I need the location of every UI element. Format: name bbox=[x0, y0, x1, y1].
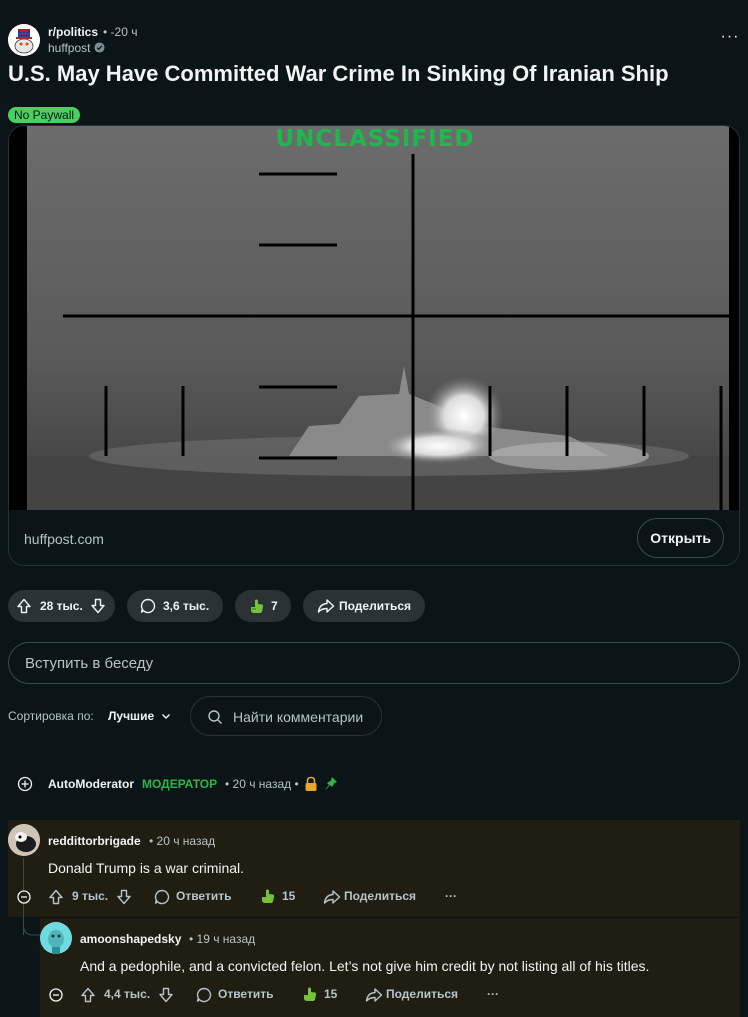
search-icon bbox=[208, 710, 222, 724]
comment-count: 3,6 тыс. bbox=[163, 599, 210, 613]
join-conversation-placeholder: Вступить в беседу bbox=[25, 655, 154, 672]
award-count: 7 bbox=[271, 599, 278, 613]
subreddit-avatar[interactable] bbox=[8, 24, 40, 56]
verified-icon bbox=[94, 42, 105, 53]
automod-comment: AutoModerator МОДЕРАТОР • 20 ч назад • bbox=[8, 774, 740, 794]
vote-pill: 28 тыс. bbox=[8, 590, 115, 622]
post-action-bar: 28 тыс. 3,6 тыс. 7 Поделиться bbox=[8, 590, 740, 622]
sort-select[interactable]: Лучшие bbox=[108, 709, 154, 723]
chevron-down-icon[interactable] bbox=[160, 710, 172, 722]
comment-username[interactable]: amoonshapedsky bbox=[80, 932, 181, 946]
post-author[interactable]: huffpost bbox=[48, 41, 90, 55]
avatar[interactable] bbox=[8, 824, 40, 856]
automod-time: • 20 ч назад • bbox=[225, 777, 299, 791]
reply-button[interactable]: Ответить bbox=[218, 987, 273, 1001]
post-time: • -20 ч bbox=[103, 25, 138, 39]
comment-overflow-icon[interactable]: ··· bbox=[487, 987, 499, 1001]
downvote-icon[interactable] bbox=[158, 987, 174, 1003]
thumbnail-overlay-text: UNCLASSIFIED bbox=[276, 126, 475, 152]
post-header: r/politics • -20 ч huffpost ··· bbox=[8, 24, 740, 58]
reply-button[interactable]: Ответить bbox=[176, 889, 231, 903]
post-flair[interactable]: No Paywall bbox=[8, 107, 81, 123]
search-comments-placeholder: Найти комментарии bbox=[233, 709, 364, 725]
comment-icon bbox=[140, 598, 156, 614]
link-domain[interactable]: huffpost.com bbox=[24, 531, 104, 547]
post-title[interactable]: U.S. May Have Committed War Crime In Sin… bbox=[8, 60, 740, 88]
comments-button[interactable]: 3,6 тыс. bbox=[127, 590, 223, 622]
comment-overflow-icon[interactable]: ··· bbox=[445, 889, 457, 903]
award-button[interactable]: 7 bbox=[235, 590, 291, 622]
search-comments-input[interactable]: Найти комментарии bbox=[190, 696, 382, 736]
upvote-icon[interactable] bbox=[80, 987, 96, 1003]
comment-vote-count: 9 тыс. bbox=[72, 889, 109, 903]
comment-actions: 9 тыс. Ответить 15 Поделиться ··· bbox=[48, 883, 478, 911]
downvote-icon[interactable] bbox=[90, 598, 106, 614]
downvote-icon[interactable] bbox=[116, 889, 132, 905]
sort-label: Сортировка по: bbox=[8, 709, 94, 723]
upvote-icon[interactable] bbox=[16, 598, 32, 614]
thread-line[interactable] bbox=[23, 858, 24, 917]
collapse-icon[interactable] bbox=[17, 890, 31, 904]
share-icon[interactable] bbox=[365, 987, 383, 1003]
vote-count: 28 тыс. bbox=[40, 599, 83, 613]
comment-username[interactable]: reddittorbrigade bbox=[48, 834, 141, 848]
award-hand-icon[interactable] bbox=[302, 986, 318, 1002]
moderator-badge: МОДЕРАТОР bbox=[142, 777, 218, 791]
expand-icon[interactable] bbox=[17, 776, 33, 792]
comment-actions: 4,4 тыс. Ответить 15 Поделиться ··· bbox=[80, 981, 510, 1009]
share-icon bbox=[317, 599, 335, 613]
open-link-button[interactable]: Открыть bbox=[637, 518, 724, 558]
reply-icon[interactable] bbox=[154, 889, 170, 905]
comment-award-count: 15 bbox=[282, 889, 296, 903]
comment-time: • 20 ч назад bbox=[149, 834, 216, 848]
link-preview-card[interactable]: UNCLASSIFIED huffpost.com Открыть bbox=[8, 125, 740, 566]
thread-branch bbox=[23, 917, 41, 936]
comment-award-count: 15 bbox=[324, 987, 338, 1001]
comment-share-button[interactable]: Поделиться bbox=[386, 987, 458, 1001]
lock-icon bbox=[305, 776, 317, 791]
pin-icon bbox=[325, 777, 337, 790]
share-icon[interactable] bbox=[323, 889, 341, 905]
comment-thread-item: amoonshapedsky • 19 ч назад And a pedoph… bbox=[40, 918, 740, 1017]
link-thumbnail[interactable]: UNCLASSIFIED bbox=[9, 126, 739, 510]
subreddit-name[interactable]: r/politics bbox=[48, 25, 98, 39]
reply-icon[interactable] bbox=[196, 987, 212, 1003]
avatar[interactable] bbox=[40, 922, 72, 954]
comment-time: • 19 ч назад bbox=[189, 932, 256, 946]
award-hand-icon[interactable] bbox=[260, 888, 276, 904]
comment-vote-count: 4,4 тыс. bbox=[104, 987, 151, 1001]
post-overflow-menu-icon[interactable]: ··· bbox=[720, 29, 740, 50]
comment-sort-row: Сортировка по: Лучшие Найти комментарии bbox=[8, 696, 740, 736]
award-hand-icon bbox=[251, 599, 264, 613]
share-label: Поделиться bbox=[339, 599, 412, 613]
collapse-icon[interactable] bbox=[49, 988, 63, 1002]
comment-thread-item: reddittorbrigade • 20 ч назад Donald Tru… bbox=[8, 820, 740, 917]
comment-body: Donald Trump is a war criminal. bbox=[48, 860, 245, 876]
upvote-icon[interactable] bbox=[48, 889, 64, 905]
comment-body: And a pedophile, and a convicted felon. … bbox=[80, 958, 650, 974]
share-button[interactable]: Поделиться bbox=[303, 590, 425, 622]
automod-username[interactable]: AutoModerator bbox=[48, 777, 134, 791]
join-conversation-input[interactable]: Вступить в беседу bbox=[8, 642, 740, 684]
comment-share-button[interactable]: Поделиться bbox=[344, 889, 416, 903]
